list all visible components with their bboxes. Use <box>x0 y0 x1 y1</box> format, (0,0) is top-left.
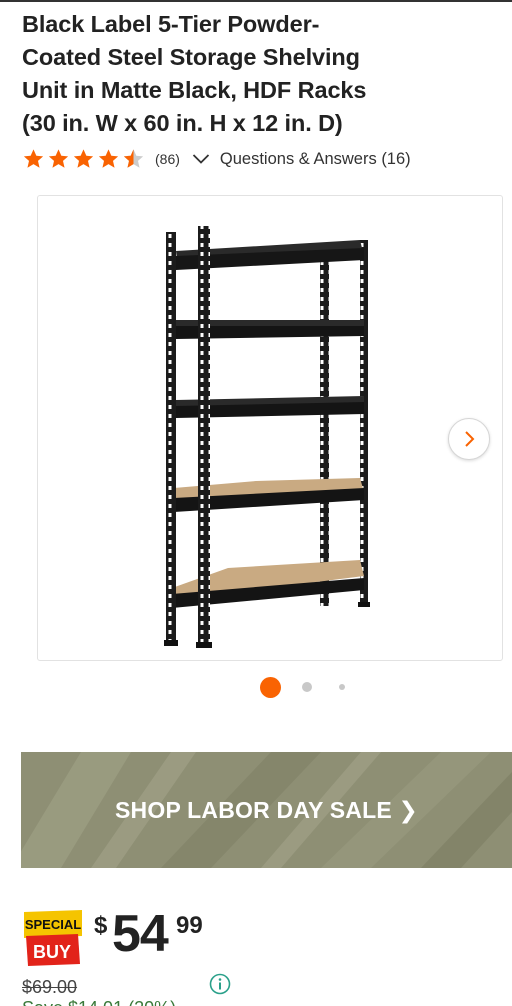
star-rating[interactable]: (86) <box>22 148 180 170</box>
product-title-line: Coated Steel Storage Shelving <box>22 44 360 70</box>
badge-buy-text: BUY <box>33 942 71 962</box>
product-image-gallery[interactable] <box>37 195 503 661</box>
info-icon[interactable] <box>209 973 231 995</box>
review-count[interactable]: (86) <box>155 151 180 167</box>
labor-day-sale-banner[interactable]: SHOP LABOR DAY SALE ❯ <box>21 752 512 868</box>
pagination-dot-active[interactable] <box>260 677 281 698</box>
star-icon <box>73 149 94 168</box>
questions-answers-link[interactable]: Questions & Answers (16) <box>220 150 411 169</box>
star-icon <box>23 149 44 168</box>
banner-label: SHOP LABOR DAY SALE ❯ <box>115 796 418 823</box>
product-title-line: Black Label 5-Tier Powder- <box>22 11 320 37</box>
price-dollars: 54 <box>112 905 169 963</box>
chevron-down-icon[interactable] <box>192 153 210 165</box>
top-border <box>0 0 512 2</box>
price-cents: 99 <box>176 912 203 939</box>
next-image-button[interactable] <box>448 418 490 460</box>
product-image <box>164 226 370 648</box>
image-pagination-dots <box>0 676 512 698</box>
was-price: $69.00 <box>22 977 78 997</box>
product-title-line: Unit in Matte Black, HDF Racks <box>22 77 367 103</box>
special-buy-badge: SPECIAL BUY <box>24 910 82 966</box>
half-star-icon <box>123 149 144 168</box>
star-icon <box>98 149 119 168</box>
price-currency: $ <box>94 912 108 939</box>
product-title-line: (30 in. W x 60 in. H x 12 in. D) <box>22 110 343 136</box>
badge-special-text: SPECIAL <box>25 917 81 932</box>
rating-row: (86) Questions & Answers (16) <box>22 147 411 171</box>
product-title: Black Label 5-Tier Powder- Coated Steel … <box>22 8 492 140</box>
pagination-dot[interactable] <box>339 684 345 690</box>
savings-text: Save $14.01 (20%) <box>22 998 176 1006</box>
star-icon <box>48 149 69 168</box>
pagination-dot[interactable] <box>302 682 312 692</box>
chevron-right-icon <box>465 431 475 447</box>
